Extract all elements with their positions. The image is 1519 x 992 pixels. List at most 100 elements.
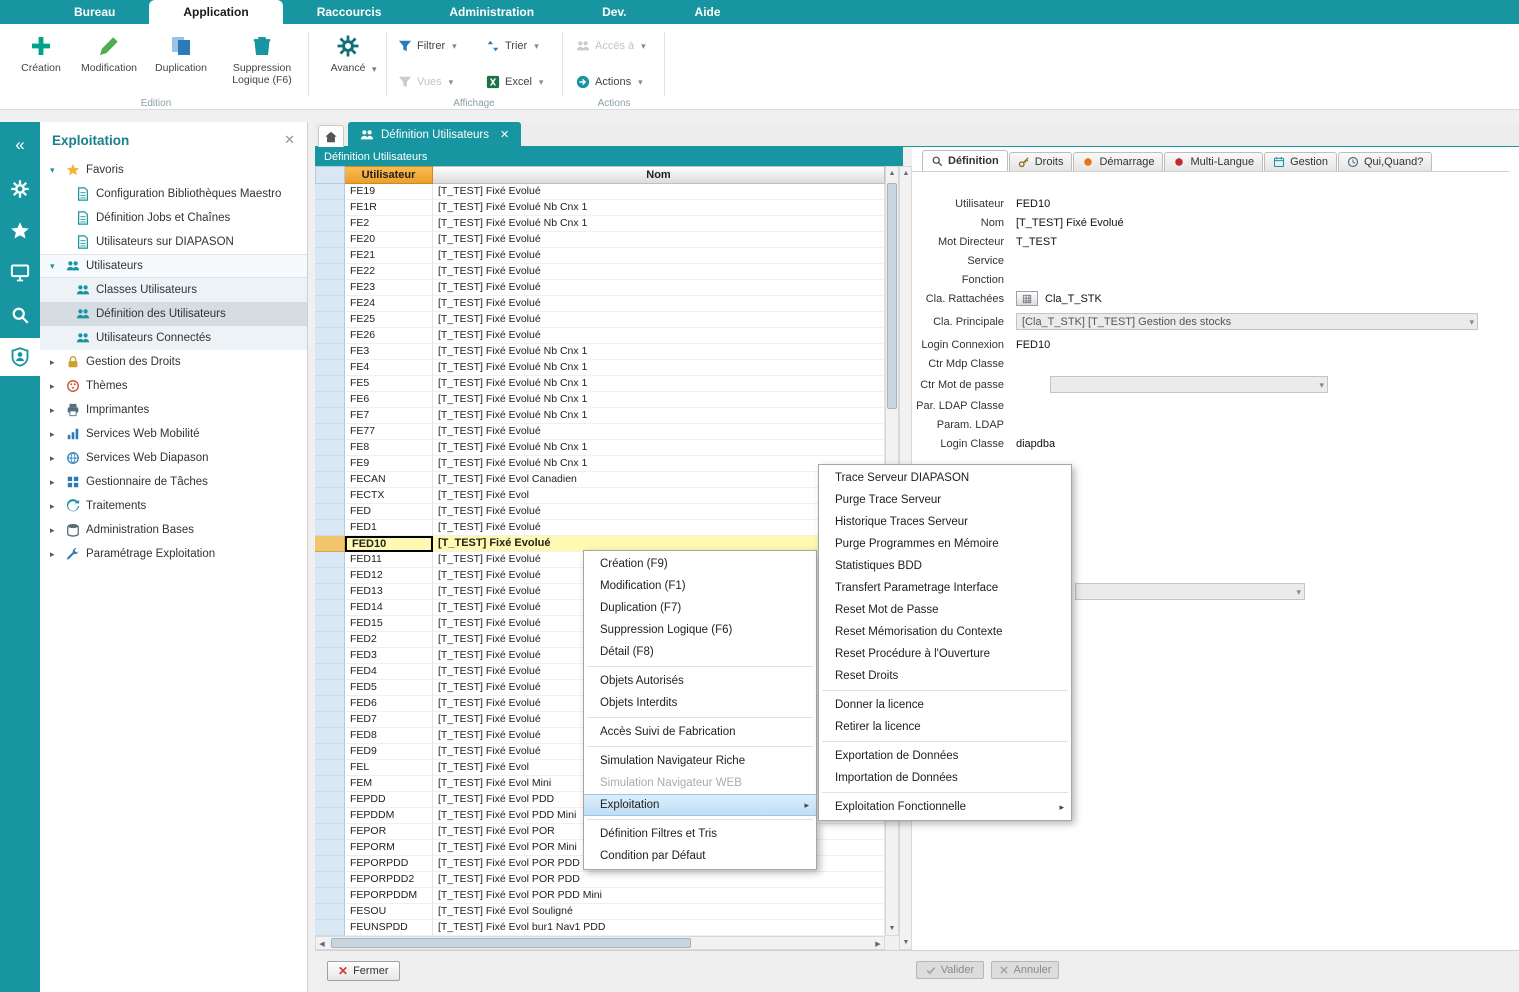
row-selector-cell[interactable]	[315, 280, 345, 296]
user-cell[interactable]: FED3	[345, 648, 433, 664]
tree-node[interactable]: Paramétrage Exploitation	[40, 542, 307, 566]
user-cell[interactable]: FE24	[345, 296, 433, 312]
table-row[interactable]: FE23 [T_TEST] Fixé Evolué	[315, 280, 885, 296]
menubar-tab[interactable]: Application	[149, 0, 282, 24]
row-selector-cell[interactable]	[315, 584, 345, 600]
table-row[interactable]: FE9 [T_TEST] Fixé Evolué Nb Cnx 1	[315, 456, 885, 472]
row-selector-cell[interactable]	[315, 184, 345, 200]
user-cell[interactable]: FEPORM	[345, 840, 433, 856]
row-selector-cell[interactable]	[315, 840, 345, 856]
user-cell[interactable]: FEPORPDD	[345, 856, 433, 872]
row-selector-cell[interactable]	[315, 904, 345, 920]
submenu-item[interactable]: ▸	[822, 792, 1068, 793]
name-cell[interactable]: [T_TEST] Fixé Evolué Nb Cnx 1	[433, 360, 885, 376]
user-cell[interactable]: FEPORPDD2	[345, 872, 433, 888]
table-row[interactable]: FE3 [T_TEST] Fixé Evolué Nb Cnx 1	[315, 344, 885, 360]
tree-node[interactable]: Imprimantes	[40, 398, 307, 422]
user-cell[interactable]: FED12	[345, 568, 433, 584]
expander-icon[interactable]	[50, 357, 60, 368]
user-cell[interactable]: FESOU	[345, 904, 433, 920]
table-row[interactable]: FE22 [T_TEST] Fixé Evolué	[315, 264, 885, 280]
submenu-item[interactable]: Reset Mot de Passe ▸	[819, 599, 1071, 621]
name-cell[interactable]: [T_TEST] Fixé Evolué	[433, 296, 885, 312]
active-document-tab[interactable]: Définition Utilisateurs ✕	[348, 122, 521, 147]
menubar-tab[interactable]: Aide	[661, 0, 755, 24]
name-cell[interactable]: [T_TEST] Fixé Evolué	[433, 232, 885, 248]
table-row[interactable]: FE24 [T_TEST] Fixé Evolué	[315, 296, 885, 312]
submenu-item[interactable]: Reset Mémorisation du Contexte ▸	[819, 621, 1071, 643]
tree-node[interactable]: Services Web Mobilité	[40, 422, 307, 446]
context-menu-item[interactable]: Duplication (F7) ▸	[584, 597, 816, 619]
name-cell[interactable]: [T_TEST] Fixé Evolué Nb Cnx 1	[433, 216, 885, 232]
row-selector-cell[interactable]	[315, 888, 345, 904]
name-cell[interactable]: [T_TEST] Fixé Evolué Nb Cnx 1	[433, 440, 885, 456]
user-cell[interactable]: FE4	[345, 360, 433, 376]
user-cell[interactable]: FED1	[345, 520, 433, 536]
row-selector-cell[interactable]	[315, 520, 345, 536]
avance-dropdown-arrow[interactable]: ▾	[372, 64, 377, 75]
user-cell[interactable]: FEPORPDDM	[345, 888, 433, 904]
detail-tab[interactable]: Multi-Langue	[1164, 152, 1263, 171]
user-cell[interactable]: FEPDD	[345, 792, 433, 808]
table-row[interactable]: FED [T_TEST] Fixé Evolué	[315, 504, 885, 520]
table-row[interactable]: FE26 [T_TEST] Fixé Evolué	[315, 328, 885, 344]
name-cell[interactable]: [T_TEST] Fixé Evolué Nb Cnx 1	[433, 392, 885, 408]
row-selector-cell[interactable]	[315, 744, 345, 760]
submenu-item[interactable]: Donner la licence ▸	[819, 694, 1071, 716]
home-tab[interactable]	[318, 125, 344, 147]
context-menu-item[interactable]: Modification (F1) ▸	[584, 575, 816, 597]
submenu-item[interactable]: Trace Serveur DIAPASON ▸	[819, 467, 1071, 489]
table-row[interactable]: FECAN [T_TEST] Fixé Evol Canadien	[315, 472, 885, 488]
table-row[interactable]: FE20 [T_TEST] Fixé Evolué	[315, 232, 885, 248]
row-selector-cell[interactable]	[315, 216, 345, 232]
user-cell[interactable]: FE9	[345, 456, 433, 472]
user-cell[interactable]: FE2	[345, 216, 433, 232]
submenu-item[interactable]: Reset Droits ▸	[819, 665, 1071, 687]
expander-icon[interactable]	[50, 453, 60, 464]
user-cell[interactable]: FED2	[345, 632, 433, 648]
row-selector-cell[interactable]	[315, 728, 345, 744]
row-selector-cell[interactable]	[315, 232, 345, 248]
row-selector-cell[interactable]	[315, 760, 345, 776]
name-cell[interactable]: [T_TEST] Fixé Evolué	[433, 312, 885, 328]
row-selector-cell[interactable]	[315, 312, 345, 328]
name-cell[interactable]: [T_TEST] Fixé Evolué	[433, 184, 885, 200]
table-row[interactable]: FE21 [T_TEST] Fixé Evolué	[315, 248, 885, 264]
row-selector-cell[interactable]	[315, 376, 345, 392]
excel-button[interactable]: Excel▾	[482, 70, 547, 94]
expander-icon[interactable]	[50, 501, 60, 512]
duplication-button[interactable]: Duplication	[148, 30, 214, 74]
name-cell[interactable]: [T_TEST] Fixé Evolué	[433, 424, 885, 440]
expander-icon[interactable]	[50, 549, 60, 560]
context-menu-item[interactable]: Simulation Navigateur WEB ▸	[584, 772, 816, 794]
favorites-strip-button[interactable]	[0, 212, 40, 250]
submenu-item[interactable]: Purge Trace Serveur ▸	[819, 489, 1071, 511]
row-selector-cell[interactable]	[315, 792, 345, 808]
actions-button[interactable]: Actions▾	[572, 70, 647, 94]
table-row[interactable]: FESOU [T_TEST] Fixé Evol Souligné	[315, 904, 885, 920]
scroll-right-arrow[interactable]: ▶	[872, 937, 884, 950]
expander-icon[interactable]	[50, 525, 60, 536]
tree-node[interactable]: Définition des Utilisateurs	[40, 302, 307, 326]
tree-node[interactable]: Gestion des Droits	[40, 350, 307, 374]
scroll-down-arrow[interactable]: ▼	[886, 922, 898, 935]
user-cell[interactable]: FED15	[345, 616, 433, 632]
table-row[interactable]: FED1 [T_TEST] Fixé Evolué	[315, 520, 885, 536]
submenu-item[interactable]: Historique Traces Serveur ▸	[819, 511, 1071, 533]
context-menu-item[interactable]: ▸	[587, 746, 813, 747]
expander-icon[interactable]	[50, 405, 60, 416]
expander-icon[interactable]	[50, 429, 60, 440]
table-row[interactable]: FE77 [T_TEST] Fixé Evolué	[315, 424, 885, 440]
user-cell[interactable]: FE23	[345, 280, 433, 296]
submenu-item[interactable]: Reset Procédure à l'Ouverture ▸	[819, 643, 1071, 665]
menubar-tab[interactable]: Administration	[415, 0, 568, 24]
monitor-strip-button[interactable]	[0, 254, 40, 292]
context-menu-item[interactable]: Condition par Défaut ▸	[584, 845, 816, 867]
submenu-item[interactable]: Importation de Données ▸	[819, 767, 1071, 789]
detail-tab[interactable]: Qui,Quand?	[1338, 152, 1432, 171]
table-horizontal-scrollbar[interactable]: ◀ ▶	[315, 936, 885, 950]
user-cell[interactable]: FED5	[345, 680, 433, 696]
row-selector-cell[interactable]	[315, 440, 345, 456]
expander-icon[interactable]	[50, 381, 60, 392]
table-row[interactable]: FE8 [T_TEST] Fixé Evolué Nb Cnx 1	[315, 440, 885, 456]
